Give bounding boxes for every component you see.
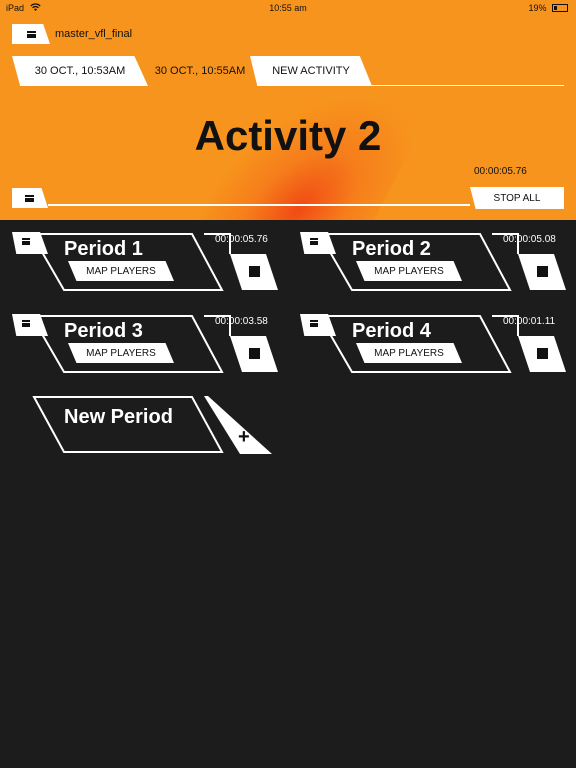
new-period-label: New Period bbox=[64, 406, 173, 428]
period-card-3[interactable]: Period 3 MAP PLAYERS 00:00:03.58 bbox=[12, 314, 282, 378]
period-name: Period 1 bbox=[64, 238, 143, 260]
map-players-label: MAP PLAYERS bbox=[374, 265, 444, 277]
stop-icon bbox=[537, 348, 548, 359]
stop-icon bbox=[249, 348, 260, 359]
menu-icon bbox=[25, 195, 34, 202]
tab-new-activity[interactable]: NEW ACTIVITY bbox=[250, 56, 372, 86]
header-divider bbox=[48, 204, 470, 206]
stop-icon bbox=[249, 266, 260, 277]
period-timer: 00:00:05.76 bbox=[215, 234, 268, 245]
map-players-label: MAP PLAYERS bbox=[374, 347, 444, 359]
activity-timer: 00:00:05.76 bbox=[474, 166, 527, 177]
period-name: Period 2 bbox=[352, 238, 431, 260]
map-players-label: MAP PLAYERS bbox=[86, 347, 156, 359]
project-menu-button[interactable] bbox=[12, 24, 50, 44]
map-players-label: MAP PLAYERS bbox=[86, 265, 156, 277]
stop-icon bbox=[537, 266, 548, 277]
menu-icon bbox=[27, 31, 36, 38]
stop-all-label: STOP ALL bbox=[493, 192, 541, 204]
project-name: master_vfl_final bbox=[55, 28, 133, 40]
battery-icon bbox=[552, 4, 568, 12]
period-card-2[interactable]: Period 2 MAP PLAYERS 00:00:05.08 bbox=[300, 232, 570, 296]
period-name: Period 4 bbox=[352, 320, 431, 342]
activity-menu-button[interactable] bbox=[12, 188, 48, 208]
menu-icon bbox=[22, 238, 30, 245]
period-timer: 00:00:05.08 bbox=[503, 234, 556, 245]
clock: 10:55 am bbox=[269, 3, 307, 13]
map-players-button[interactable]: MAP PLAYERS bbox=[68, 261, 174, 281]
period-card-1[interactable]: Period 1 MAP PLAYERS 00:00:05.76 bbox=[12, 232, 282, 296]
menu-icon bbox=[22, 320, 30, 327]
tab-divider bbox=[360, 85, 564, 86]
period-timer: 00:00:01.11 bbox=[503, 316, 556, 327]
tab-session-1055[interactable]: 30 OCT., 10:55AM bbox=[150, 56, 250, 86]
plus-icon: + bbox=[238, 426, 250, 448]
period-timer: 00:00:03.58 bbox=[215, 316, 268, 327]
activity-header: master_vfl_final 30 OCT., 10:53AM 30 OCT… bbox=[0, 16, 576, 220]
page-title: Activity 2 bbox=[194, 112, 382, 159]
map-players-button[interactable]: MAP PLAYERS bbox=[68, 343, 174, 363]
period-card-4[interactable]: Period 4 MAP PLAYERS 00:00:01.11 bbox=[300, 314, 570, 378]
map-players-button[interactable]: MAP PLAYERS bbox=[356, 343, 462, 363]
battery-status: 19% bbox=[528, 3, 568, 13]
period-name: Period 3 bbox=[64, 320, 143, 342]
stop-all-button[interactable]: STOP ALL bbox=[470, 187, 564, 209]
tab-label: 30 OCT., 10:53AM bbox=[34, 65, 126, 77]
tab-session-1053[interactable]: 30 OCT., 10:53AM bbox=[12, 56, 148, 86]
menu-icon bbox=[310, 238, 318, 245]
tab-label: 30 OCT., 10:55AM bbox=[154, 65, 246, 77]
tab-label: NEW ACTIVITY bbox=[272, 65, 350, 77]
battery-percent: 19% bbox=[528, 3, 547, 13]
menu-icon bbox=[310, 320, 318, 327]
status-bar: iPad 10:55 am 19% bbox=[0, 0, 576, 16]
map-players-button[interactable]: MAP PLAYERS bbox=[356, 261, 462, 281]
